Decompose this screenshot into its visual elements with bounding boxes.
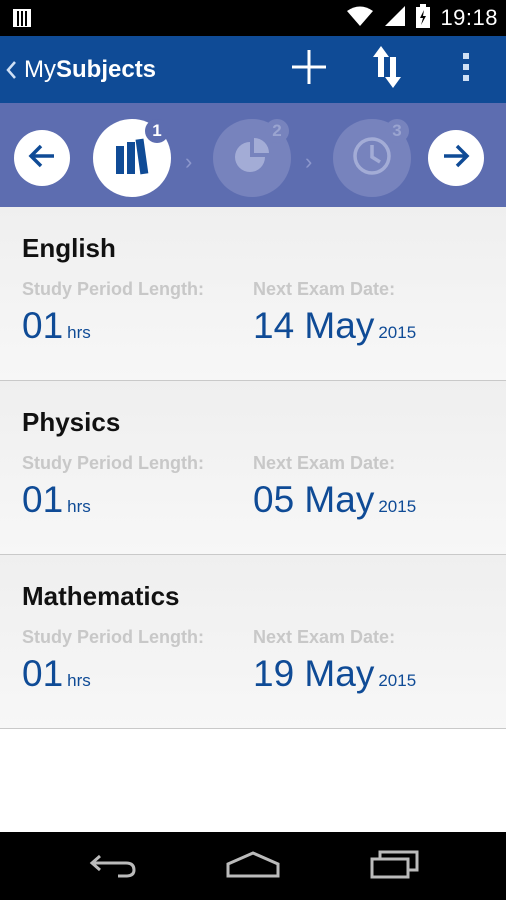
plus-icon xyxy=(292,50,326,89)
books-icon xyxy=(115,137,149,180)
more-vert-icon xyxy=(462,52,470,87)
clock-time: 19:18 xyxy=(440,5,498,30)
recents-icon xyxy=(370,849,420,884)
exam-date-value: 19 May 2015 xyxy=(253,653,416,695)
study-period-value: 01 hrs xyxy=(22,305,91,347)
exam-year: 2015 xyxy=(378,671,417,690)
step-chevron-icon: › xyxy=(305,149,313,174)
study-period-value: 01 hrs xyxy=(22,653,91,695)
study-period-label: Study Period Length: xyxy=(22,279,204,299)
sort-button[interactable] xyxy=(357,36,417,103)
signal-icon xyxy=(384,5,406,32)
back-icon xyxy=(88,850,138,883)
overflow-menu-button[interactable] xyxy=(436,36,496,103)
exam-date-value: 05 May 2015 xyxy=(253,479,416,521)
exam-date-label: Next Exam Date: xyxy=(253,279,396,299)
subject-name: Mathematics xyxy=(22,581,180,611)
status-bar: 19:18 xyxy=(0,0,506,36)
sort-arrows-icon xyxy=(372,45,402,94)
home-icon xyxy=(226,850,280,883)
arrow-right-icon xyxy=(442,144,470,173)
exam-date: 14 May xyxy=(253,305,375,346)
nav-recents-button[interactable] xyxy=(350,832,440,900)
step-1-subjects[interactable]: 1 xyxy=(93,119,171,197)
pie-chart-icon xyxy=(232,136,272,181)
system-nav-bar xyxy=(0,832,506,900)
app-title-prefix: My xyxy=(24,55,56,83)
step-1-number: 1 xyxy=(145,119,169,143)
clock-icon xyxy=(351,135,393,182)
subject-name: Physics xyxy=(22,407,121,437)
subject-row[interactable]: English Study Period Length: Next Exam D… xyxy=(0,207,506,381)
storage-icon xyxy=(12,8,32,33)
previous-step-button[interactable] xyxy=(14,130,70,186)
exam-date-label: Next Exam Date: xyxy=(253,453,396,473)
app-title-main: Subjects xyxy=(56,55,157,83)
exam-date: 19 May xyxy=(253,653,375,694)
study-hours: 01 xyxy=(22,305,64,346)
study-unit: hrs xyxy=(67,323,91,342)
subject-row[interactable]: Mathematics Study Period Length: Next Ex… xyxy=(0,555,506,729)
subject-name: English xyxy=(22,233,116,263)
step-3-number: 3 xyxy=(385,119,409,143)
exam-date: 05 May xyxy=(253,479,375,520)
exam-year: 2015 xyxy=(378,497,417,516)
back-chevron-icon[interactable] xyxy=(4,36,18,103)
study-period-label: Study Period Length: xyxy=(22,453,204,473)
exam-date-label: Next Exam Date: xyxy=(253,627,396,647)
arrow-left-icon xyxy=(28,144,56,173)
exam-date-value: 14 May 2015 xyxy=(253,305,416,347)
study-hours: 01 xyxy=(22,479,64,520)
study-period-label: Study Period Length: xyxy=(22,627,204,647)
add-button[interactable] xyxy=(279,36,339,103)
wifi-icon xyxy=(346,5,374,32)
study-unit: hrs xyxy=(67,497,91,516)
nav-back-button[interactable] xyxy=(68,832,158,900)
step-chevron-icon: › xyxy=(185,149,193,174)
subjects-list: English Study Period Length: Next Exam D… xyxy=(0,207,506,729)
study-hours: 01 xyxy=(22,653,64,694)
app-title[interactable]: My Subjects xyxy=(24,36,156,103)
next-step-button[interactable] xyxy=(428,130,484,186)
wizard-steps: 1 › 2 › 3 xyxy=(0,103,506,207)
study-unit: hrs xyxy=(67,671,91,690)
step-2-allocation[interactable]: 2 xyxy=(213,119,291,197)
step-3-schedule[interactable]: 3 xyxy=(333,119,411,197)
nav-home-button[interactable] xyxy=(208,832,298,900)
action-bar: My Subjects xyxy=(0,36,506,103)
step-2-number: 2 xyxy=(265,119,289,143)
battery-icon xyxy=(416,3,431,33)
study-period-value: 01 hrs xyxy=(22,479,91,521)
subject-row[interactable]: Physics Study Period Length: Next Exam D… xyxy=(0,381,506,555)
exam-year: 2015 xyxy=(378,323,417,342)
